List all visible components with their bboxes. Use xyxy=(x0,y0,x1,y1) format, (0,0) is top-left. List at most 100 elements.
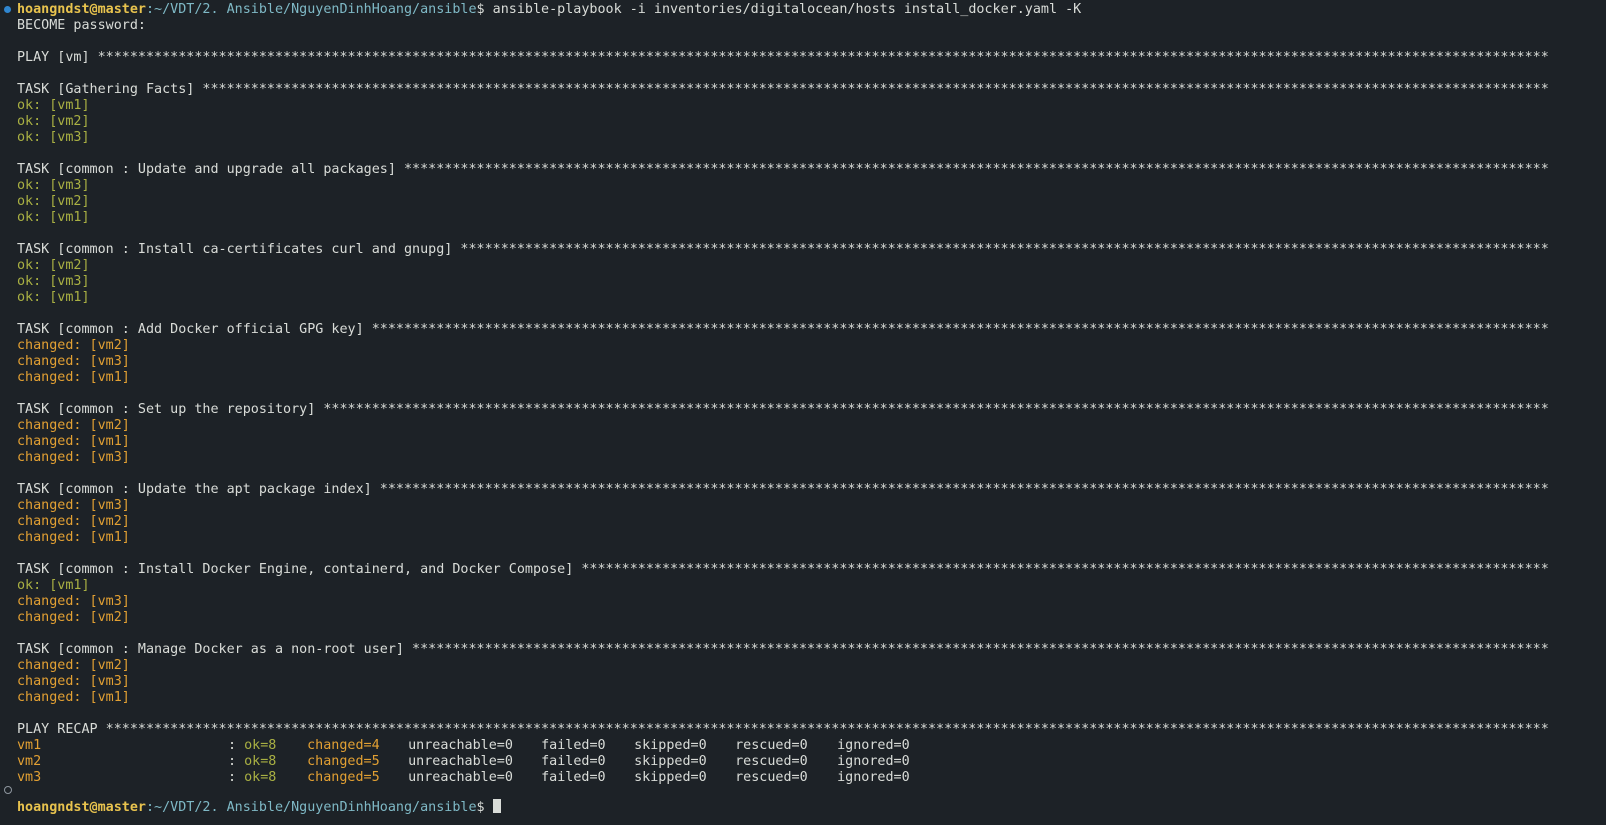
task-result-changed: changed: [vm2] xyxy=(17,610,130,625)
final-prompt-line: hoangndst@master:~/VDT/2. Ansible/Nguyen… xyxy=(17,799,1596,815)
task-result-changed: changed: [vm2] xyxy=(17,658,130,673)
recap-ok: ok=8 xyxy=(244,754,277,769)
task-result-ok: ok: [vm2] xyxy=(17,194,90,209)
task-result-line: changed: [vm3] xyxy=(17,498,1596,514)
header-stars: ****************************************… xyxy=(395,162,1549,177)
prompt-symbol: $ xyxy=(476,800,493,815)
task-result-line: changed: [vm3] xyxy=(17,674,1596,690)
task-result-line: ok: [vm1] xyxy=(17,578,1596,594)
task-result-line: ok: [vm2] xyxy=(17,194,1596,210)
header-stars: ****************************************… xyxy=(371,482,1549,497)
task-result-line: changed: [vm1] xyxy=(17,434,1596,450)
recap-failed: failed=0 xyxy=(541,754,606,769)
prompt-user-host: hoangndst@master xyxy=(17,2,146,17)
task-header: TASK [common : Add Docker official GPG k… xyxy=(17,322,364,337)
task-header: TASK [common : Install Docker Engine, co… xyxy=(17,562,574,577)
task-result-changed: changed: [vm2] xyxy=(17,514,130,529)
recap-row: vm3: ok=8 changed=5 unreachable=0 failed=0 s… xyxy=(17,770,1596,786)
header-stars: ****************************************… xyxy=(573,562,1549,577)
task-result-line: changed: [vm2] xyxy=(17,610,1596,626)
task-header-line: TASK [common : Add Docker official GPG k… xyxy=(17,322,1596,338)
prompt-path: :~/VDT/2. Ansible/NguyenDinhHoang/ansibl… xyxy=(146,800,477,815)
recap-unreachable: unreachable=0 xyxy=(408,738,513,753)
header-stars: ****************************************… xyxy=(403,642,1549,657)
task-result-line: changed: [vm2] xyxy=(17,418,1596,434)
task-header-line: TASK [common : Update and upgrade all pa… xyxy=(17,162,1596,178)
command-text: ansible-playbook -i inventories/digitalo… xyxy=(492,2,1082,17)
task-result-line: ok: [vm3] xyxy=(17,130,1596,146)
recap-colon: : xyxy=(228,738,245,753)
task-result-changed: changed: [vm3] xyxy=(17,594,130,609)
task-result-changed: changed: [vm3] xyxy=(17,498,130,513)
task-result-line: ok: [vm3] xyxy=(17,274,1596,290)
header-stars: ****************************************… xyxy=(97,722,1549,737)
task-header: TASK [common : Set up the repository] xyxy=(17,402,316,417)
header-stars: ****************************************… xyxy=(315,402,1549,417)
prompt-path: :~/VDT/2. Ansible/NguyenDinhHoang/ansibl… xyxy=(146,2,477,17)
recap-host-name: vm2 xyxy=(17,754,42,769)
recap-ok: ok=8 xyxy=(244,770,277,785)
recap-ignored: ignored=0 xyxy=(837,738,910,753)
recap-host: vm3 xyxy=(17,770,228,786)
recap-rescued: rescued=0 xyxy=(735,770,808,785)
recap-host-name: vm1 xyxy=(17,738,42,753)
recap-host: vm1 xyxy=(17,738,228,754)
task-header: TASK [common : Manage Docker as a non-ro… xyxy=(17,642,404,657)
task-result-line: changed: [vm3] xyxy=(17,354,1596,370)
task-result-ok: ok: [vm1] xyxy=(17,210,90,225)
recap-colon: : xyxy=(228,754,245,769)
task-result-changed: changed: [vm3] xyxy=(17,674,130,689)
task-header: TASK [Gathering Facts] xyxy=(17,82,195,97)
recap-ignored: ignored=0 xyxy=(837,770,910,785)
command-success-dot-icon xyxy=(4,6,11,13)
header-stars: ****************************************… xyxy=(363,322,1549,337)
task-result-changed: changed: [vm1] xyxy=(17,530,130,545)
task-result-line: changed: [vm2] xyxy=(17,514,1596,530)
become-password-prompt: BECOME password: xyxy=(17,18,146,33)
task-result-changed: changed: [vm3] xyxy=(17,354,130,369)
task-result-ok: ok: [vm3] xyxy=(17,274,90,289)
recap-ignored: ignored=0 xyxy=(837,754,910,769)
cursor[interactable] xyxy=(492,799,501,813)
task-result-changed: changed: [vm1] xyxy=(17,690,130,705)
task-result-line: ok: [vm1] xyxy=(17,98,1596,114)
task-result-line: changed: [vm3] xyxy=(17,450,1596,466)
recap-skipped: skipped=0 xyxy=(634,754,707,769)
task-result-ok: ok: [vm1] xyxy=(17,98,90,113)
task-result-line: changed: [vm2] xyxy=(17,338,1596,354)
task-header: TASK [common : Update the apt package in… xyxy=(17,482,372,497)
task-header: TASK [common : Update and upgrade all pa… xyxy=(17,162,396,177)
task-result-ok: ok: [vm2] xyxy=(17,258,90,273)
recap-ok: ok=8 xyxy=(244,738,277,753)
task-result-line: ok: [vm1] xyxy=(17,290,1596,306)
task-result-changed: changed: [vm2] xyxy=(17,418,130,433)
task-result-line: ok: [vm3] xyxy=(17,178,1596,194)
prompt-user-host: hoangndst@master xyxy=(17,800,146,815)
recap-changed: changed=5 xyxy=(307,754,380,769)
task-header-line: TASK [common : Manage Docker as a non-ro… xyxy=(17,642,1596,658)
header-stars: ****************************************… xyxy=(452,242,1549,257)
recap-failed: failed=0 xyxy=(541,770,606,785)
recap-host-name: vm3 xyxy=(17,770,42,785)
prompt-symbol: $ xyxy=(476,2,493,17)
task-result-changed: changed: [vm3] xyxy=(17,450,130,465)
recap-host: vm2 xyxy=(17,754,228,770)
task-result-ok: ok: [vm3] xyxy=(17,130,90,145)
terminal-output[interactable]: hoangndst@master:~/VDT/2. Ansible/Nguyen… xyxy=(17,0,1596,815)
task-header-line: TASK [Gathering Facts] *****************… xyxy=(17,82,1596,98)
task-result-ok: ok: [vm1] xyxy=(17,578,90,593)
task-result-changed: changed: [vm1] xyxy=(17,370,130,385)
header-stars: ****************************************… xyxy=(89,50,1549,65)
prompt-line: hoangndst@master:~/VDT/2. Ansible/Nguyen… xyxy=(17,2,1596,18)
task-header-line: TASK [common : Update the apt package in… xyxy=(17,482,1596,498)
task-result-line: changed: [vm1] xyxy=(17,690,1596,706)
